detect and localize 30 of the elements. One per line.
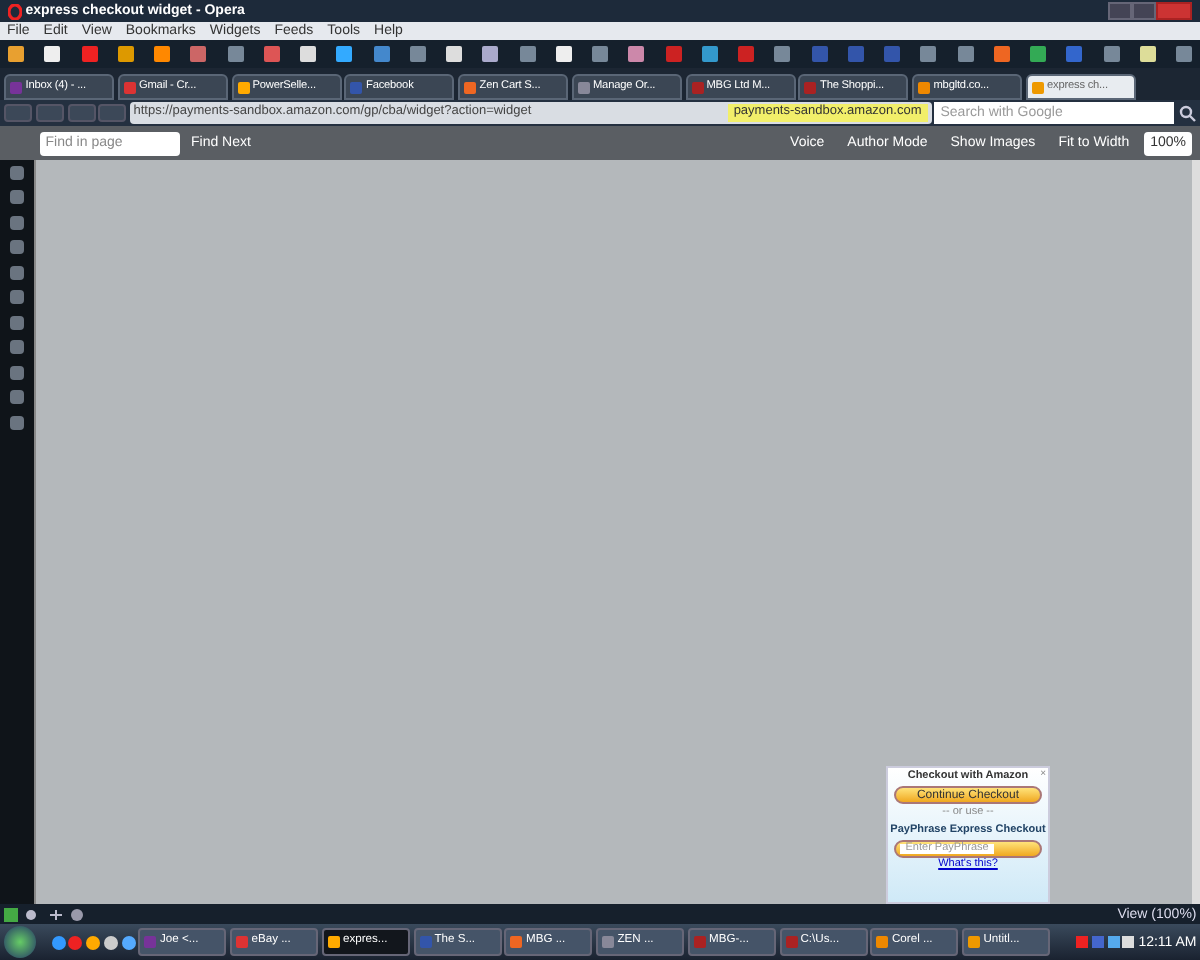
app-icon [419, 936, 431, 948]
opera-logo-icon [8, 3, 22, 19]
favicon-icon [577, 81, 590, 93]
bookmark-icon[interactable] [1139, 46, 1156, 62]
favicon-icon [464, 81, 476, 93]
favicon-icon [10, 81, 22, 93]
bookmark-icon[interactable] [482, 46, 499, 62]
favicon-icon [1031, 81, 1044, 93]
bookmark-icon[interactable] [336, 46, 353, 62]
app-icon [785, 936, 797, 948]
app-icon [602, 936, 614, 948]
favicon-icon [691, 81, 703, 93]
app-icon [144, 936, 157, 948]
app-icon [876, 936, 889, 948]
favicon-icon [350, 81, 363, 93]
start-button[interactable] [3, 926, 36, 958]
app-icon [236, 936, 248, 948]
status-icon[interactable] [3, 907, 18, 921]
app-icon [510, 936, 523, 948]
favicon-icon [918, 81, 930, 93]
favicon-icon [123, 81, 136, 93]
bookmark-icon[interactable] [628, 46, 645, 62]
app-icon [327, 936, 340, 948]
favicon-icon [804, 81, 817, 93]
bookmark-icon[interactable] [117, 46, 134, 62]
bookmark-icon[interactable] [44, 46, 61, 62]
app-icon [693, 936, 706, 948]
favicon-icon [237, 81, 249, 93]
bookmark-icon[interactable] [555, 46, 572, 62]
app-icon [968, 936, 980, 948]
